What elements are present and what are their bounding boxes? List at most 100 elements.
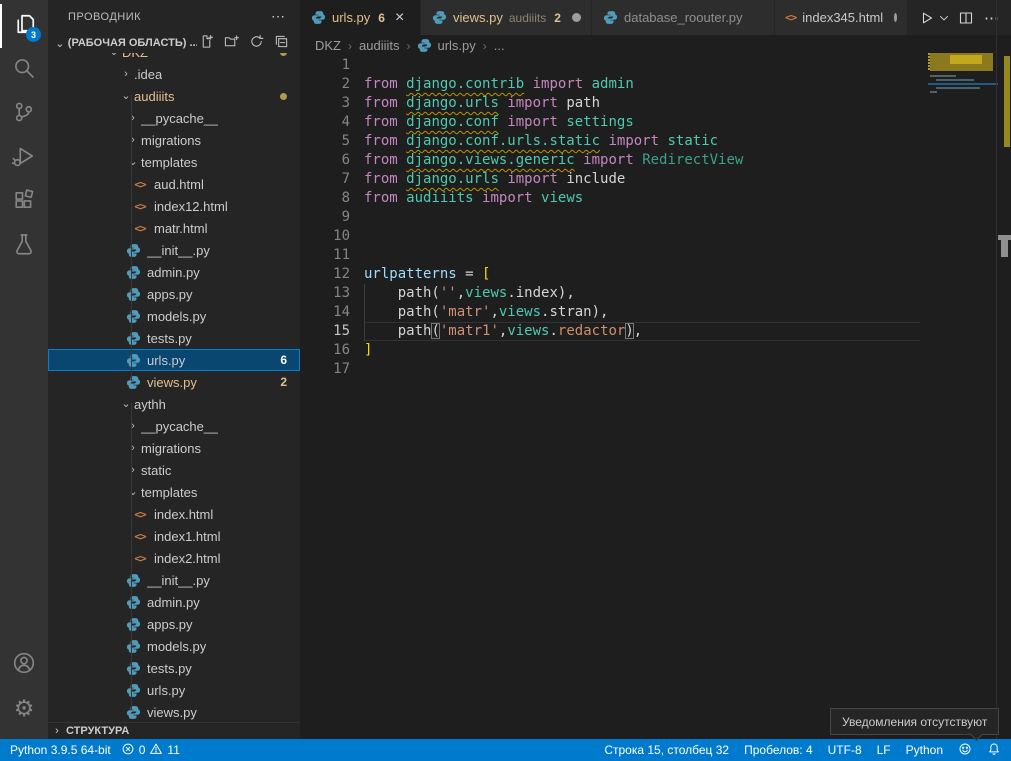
new-file-button[interactable] [197, 34, 215, 52]
chevron-down-icon: ⌄ [125, 155, 141, 168]
activity-bar-item-extensions[interactable] [0, 180, 48, 224]
tree-item-views-py[interactable]: views.py2 [48, 371, 300, 393]
tree-item-templates[interactable]: ⌄templates [48, 481, 300, 503]
tree-item-urls-py[interactable]: urls.py6 [48, 349, 300, 371]
refresh-button[interactable] [247, 34, 265, 52]
tree-item-index1-html[interactable]: <>index1.html [48, 525, 300, 547]
line-number: 7 [300, 170, 350, 189]
tree-item-matr-html[interactable]: <>matr.html [48, 217, 300, 239]
tree-item--idea[interactable]: ›.idea [48, 63, 300, 85]
close-icon[interactable]: × [395, 10, 404, 26]
tab-urls-py[interactable]: urls.py6× [300, 0, 421, 35]
chevron-right-icon: › [118, 68, 134, 80]
line-number: 6 [300, 151, 350, 170]
activity-bar-item-account[interactable] [0, 643, 48, 687]
tree-item-index2-html[interactable]: <>index2.html [48, 547, 300, 569]
tree-item-static[interactable]: ›static [48, 459, 300, 481]
breadcrumb-item[interactable]: DKZ [315, 38, 341, 53]
tree-item--init-py[interactable]: __init__.py [48, 569, 300, 591]
error-icon [121, 742, 135, 759]
activity-bar-item-testing[interactable] [0, 224, 48, 268]
activity-bar-bottom: ⚙ [0, 643, 48, 731]
line-number: 10 [300, 227, 350, 246]
tree-item--pycache-[interactable]: ›__pycache__ [48, 107, 300, 129]
tree-item-models-py[interactable]: models.py [48, 635, 300, 657]
tree-item-apps-py[interactable]: apps.py [48, 613, 300, 635]
tab-views-py[interactable]: views.pyaudiiits2 [421, 0, 592, 35]
more-actions-icon[interactable]: ⋯ [271, 8, 286, 25]
tree-item-audiiits[interactable]: ⌄audiiits [48, 85, 300, 107]
tab-database-roouter-py[interactable]: database_roouter.py [592, 0, 775, 35]
tree-item-tests-py[interactable]: tests.py [48, 657, 300, 679]
new-folder-button[interactable] [222, 34, 240, 52]
code-token: , [457, 285, 465, 301]
extensions-icon [12, 188, 36, 217]
account-icon [12, 651, 36, 680]
tree-item--init-py[interactable]: __init__.py [48, 239, 300, 261]
tree-item-admin-py[interactable]: admin.py [48, 261, 300, 283]
tree-item-views-py[interactable]: views.py [48, 701, 300, 722]
tree-item-urls-py[interactable]: urls.py [48, 679, 300, 701]
tree-item-templates[interactable]: ⌄templates [48, 151, 300, 173]
status-item-cursor-position[interactable]: Строка 15, столбец 32 [604, 743, 729, 757]
code-token: from [364, 133, 398, 149]
code-token: settings [566, 114, 633, 130]
tree-item-label: matr.html [154, 221, 207, 236]
python-icon [125, 660, 141, 676]
tree-item-admin-py[interactable]: admin.py [48, 591, 300, 613]
new-file-icon [199, 34, 214, 52]
tree-item-migrations[interactable]: ›migrations [48, 129, 300, 151]
code-editor[interactable]: 12from django.contrib import admin3from … [300, 56, 928, 379]
status-item-problems[interactable]: 011 [121, 742, 180, 759]
breadcrumb-item[interactable]: ... [494, 38, 505, 53]
breadcrumb-item[interactable]: urls.py [417, 38, 475, 53]
tree-item-apps-py[interactable]: apps.py [48, 283, 300, 305]
tree-item--pycache-[interactable]: ›__pycache__ [48, 415, 300, 437]
activity-badge: 3 [26, 27, 41, 42]
activity-bar-item-search[interactable] [0, 48, 48, 92]
python-icon [125, 594, 141, 610]
tree-item-index12-html[interactable]: <>index12.html [48, 195, 300, 217]
outline-section-header[interactable]: › СТРУКТУРА [48, 722, 300, 739]
status-item-eol[interactable]: LF [877, 743, 891, 757]
workspace-section-header[interactable]: ⌄ (РАБОЧАЯ ОБЛАСТЬ) ... [48, 33, 300, 53]
python-icon [125, 374, 141, 390]
tree-item-models-py[interactable]: models.py [48, 305, 300, 327]
tree-item-label: migrations [141, 133, 201, 148]
code-token [398, 152, 406, 168]
line-number: 1 [300, 56, 350, 75]
tree-item-index-html[interactable]: <>index.html [48, 503, 300, 525]
status-item-language-mode[interactable]: Python [906, 743, 943, 757]
python-icon [125, 572, 141, 588]
breadcrumb-item[interactable]: audiiits [359, 38, 399, 53]
status-item-indentation[interactable]: Пробелов: 4 [744, 743, 813, 757]
status-item-feedback[interactable] [958, 742, 972, 759]
tree-item-migrations[interactable]: ›migrations [48, 437, 300, 459]
dirty-indicator-icon [572, 13, 581, 22]
minimap[interactable] [928, 0, 996, 739]
activity-bar-item-settings[interactable]: ⚙ [0, 687, 48, 731]
overview-ruler[interactable] [996, 0, 1011, 739]
code-token: django.urls [406, 95, 499, 111]
status-item-encoding[interactable]: UTF-8 [828, 743, 862, 757]
chevron-down-icon: ⌄ [118, 397, 134, 410]
code-token: from [364, 190, 398, 206]
tree-item-aud-html[interactable]: <>aud.html [48, 173, 300, 195]
code-line-text: path('matr1',views.redactor), [364, 322, 642, 341]
code-line-text: urlpatterns = [ [364, 265, 490, 284]
tree-item-dkz[interactable]: ⌄DKZ [48, 53, 300, 63]
tree-item-tests-py[interactable]: tests.py [48, 327, 300, 349]
status-item-notifications[interactable] [987, 742, 1001, 759]
tree-item-aythh[interactable]: ⌄aythh [48, 393, 300, 415]
code-token: django.conf [406, 114, 499, 130]
collapse-all-button[interactable] [272, 34, 290, 52]
code-token: .stran), [541, 304, 608, 320]
outline-section-label: СТРУКТУРА [66, 725, 129, 737]
tab-index345-html[interactable]: <>index345.html [775, 0, 908, 35]
line-number: 16 [300, 341, 350, 360]
code-token: import [482, 190, 533, 206]
status-item-python-interpreter[interactable]: Python 3.9.5 64-bit [10, 743, 111, 757]
activity-bar-item-explorer[interactable]: 3 [0, 4, 48, 48]
activity-bar-item-source-control[interactable] [0, 92, 48, 136]
activity-bar-item-run-debug[interactable] [0, 136, 48, 180]
